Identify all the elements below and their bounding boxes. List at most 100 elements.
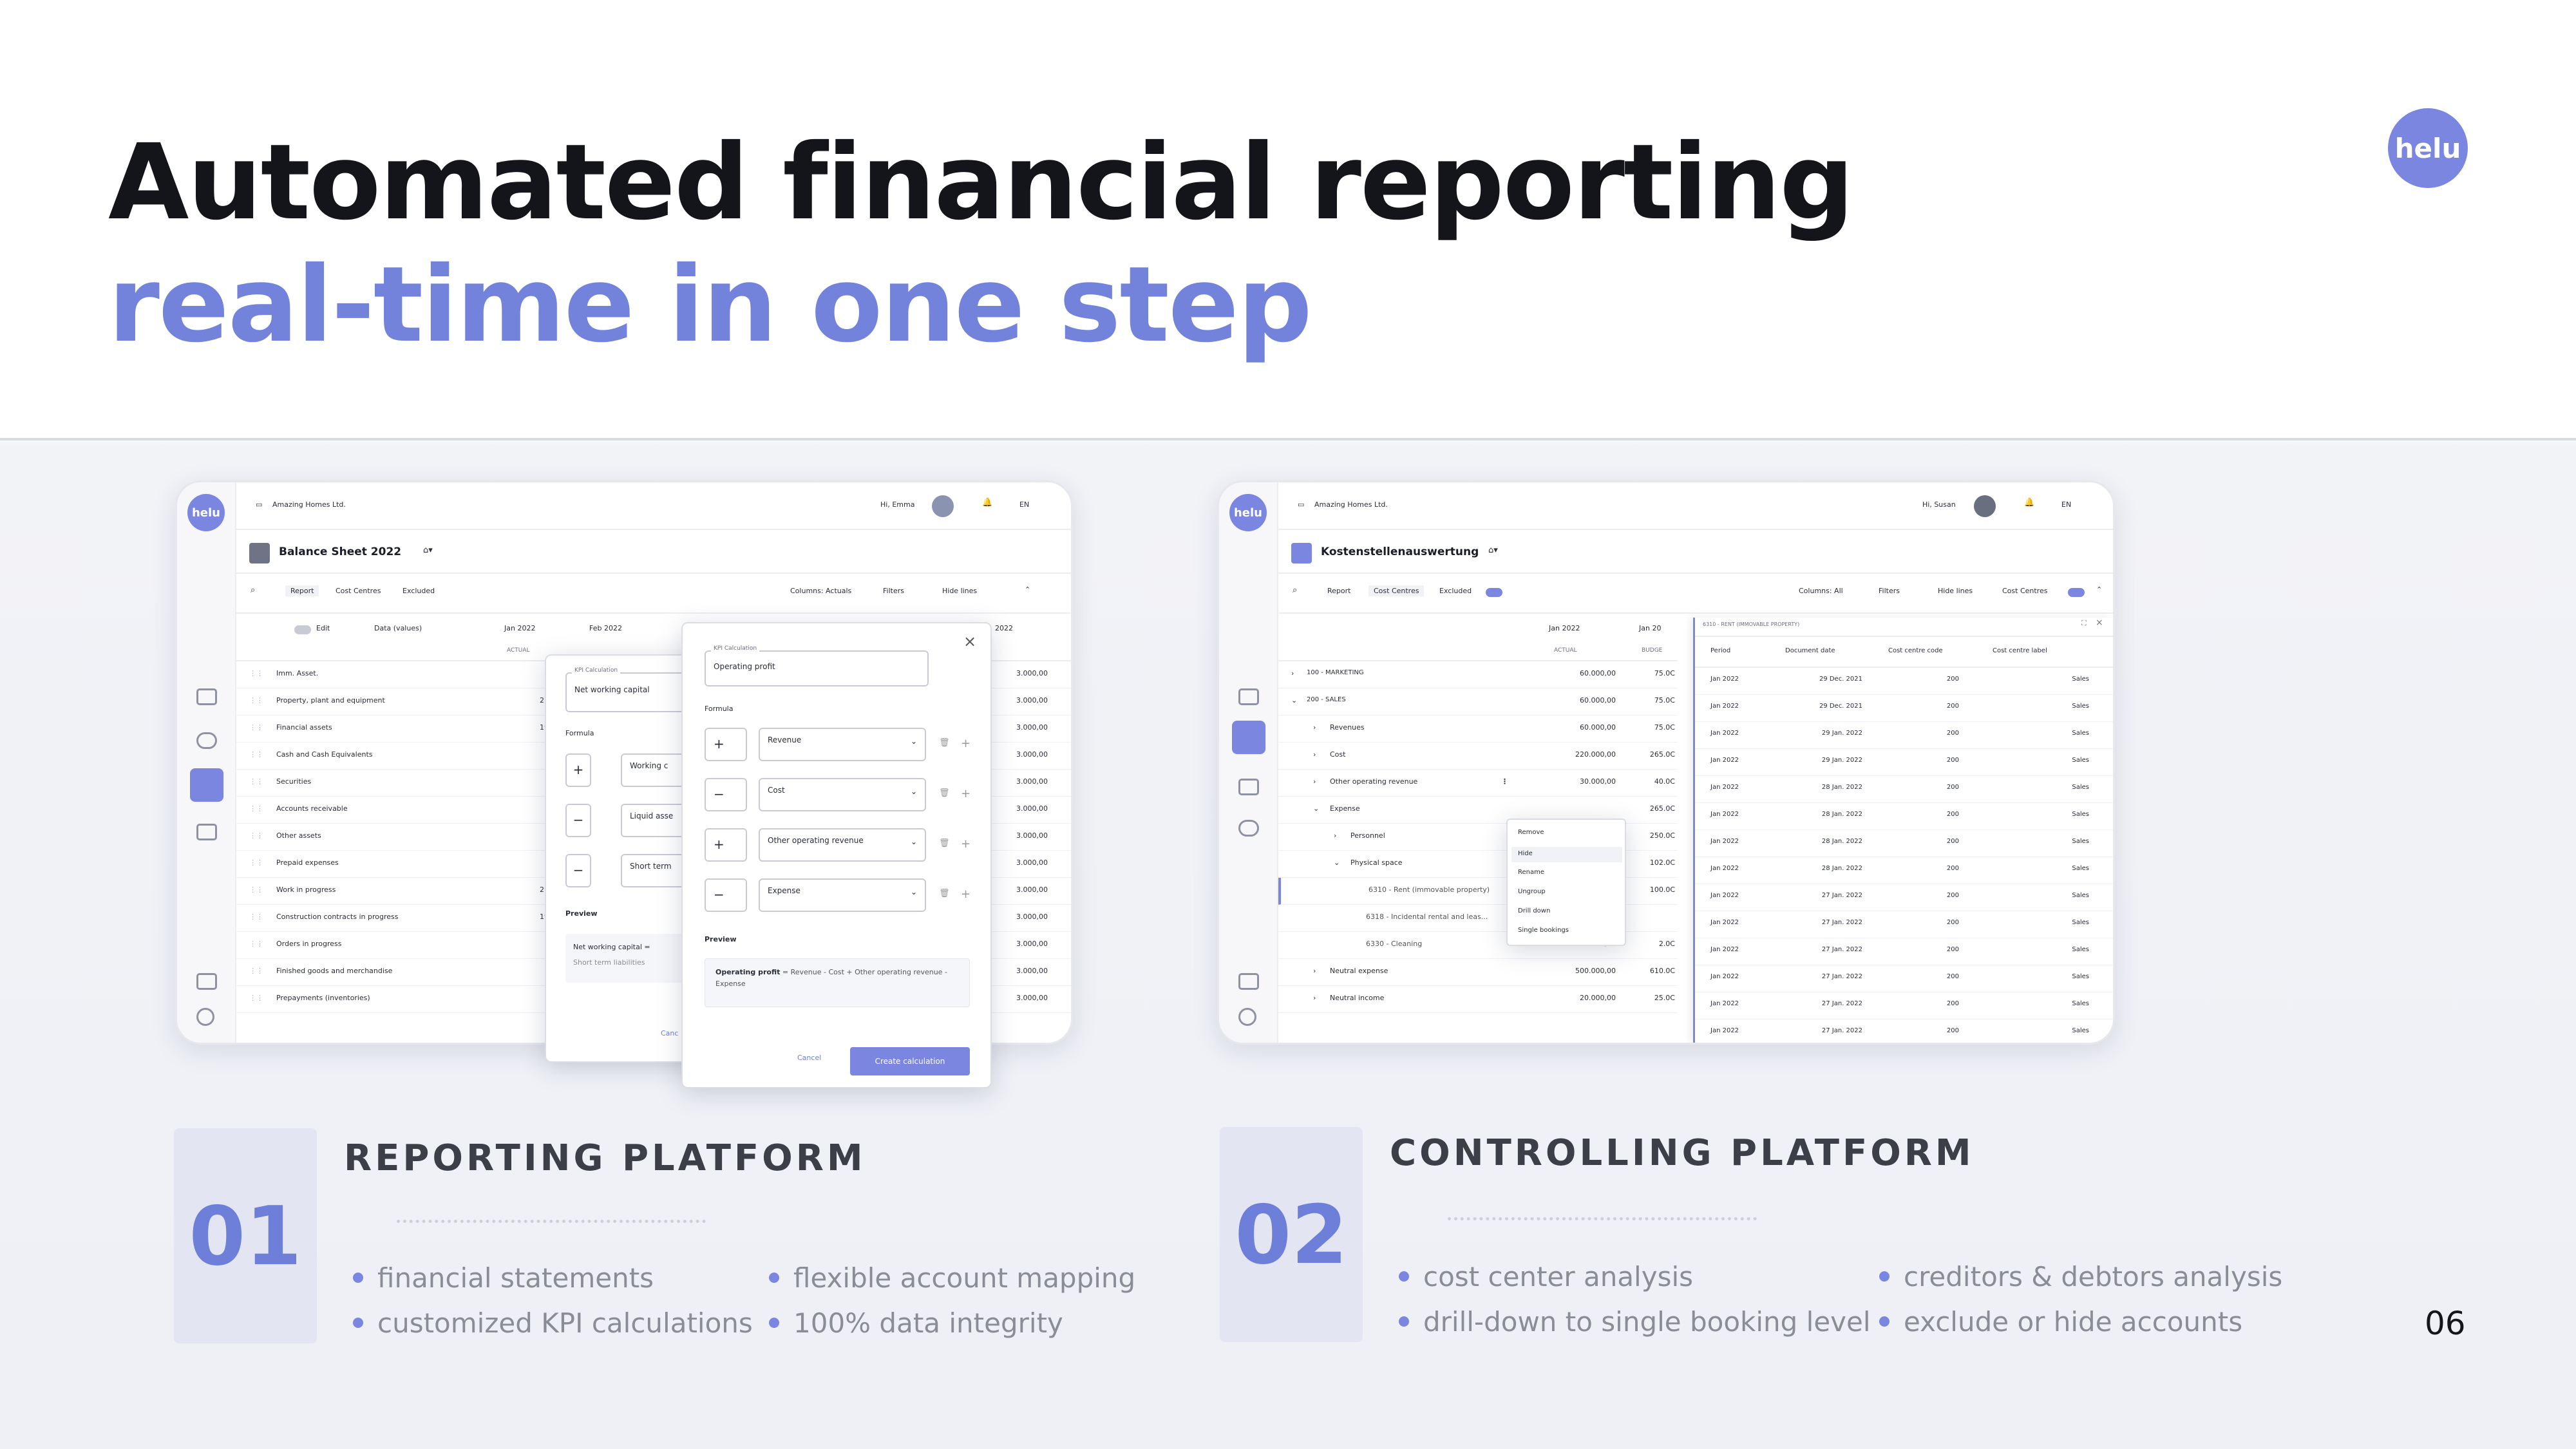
collapse-icon[interactable]: ⌃ — [2096, 585, 2102, 594]
tab-report[interactable]: Report — [285, 585, 319, 596]
formula-field[interactable]: Other operating revenue ⌄ — [759, 828, 926, 862]
table-row[interactable]: › Revenues 60.000,00 75.0C — [1278, 715, 1678, 743]
create-calculation-button[interactable]: Create calculation — [850, 1047, 970, 1075]
menu-item-drill-down[interactable]: Drill down — [1518, 907, 1550, 914]
booking-row[interactable]: Jan 2022 27 Jan. 2022 200 Sales — [1695, 1019, 2113, 1043]
add-icon[interactable]: + — [961, 887, 971, 901]
expand-icon[interactable]: › — [1313, 994, 1316, 1002]
booking-row[interactable]: Jan 2022 29 Jan. 2022 200 Sales — [1695, 749, 2113, 776]
trash-icon[interactable]: 🗑 — [939, 889, 950, 898]
table-row[interactable]: › 100 - MARKETING 60.000,00 75.0C — [1278, 661, 1678, 688]
booking-row[interactable]: Jan 2022 28 Jan. 2022 200 Sales — [1695, 803, 2113, 830]
bell-icon[interactable]: 🔔 — [982, 498, 992, 507]
table-row[interactable]: › Neutral income 20.000,00 25.0C — [1278, 986, 1678, 1013]
drag-handle-icon[interactable]: ⋮⋮ — [249, 913, 263, 921]
booking-row[interactable]: Jan 2022 29 Jan. 2022 200 Sales — [1695, 722, 2113, 749]
booking-row[interactable]: Jan 2022 27 Jan. 2022 200 Sales — [1695, 938, 2113, 965]
formula-field[interactable]: Expense ⌄ — [759, 878, 926, 912]
operator-plus[interactable]: + — [565, 753, 591, 787]
hide-lines-button[interactable]: Hide lines — [1938, 587, 1973, 595]
filters-button[interactable]: Filters — [883, 587, 904, 595]
trash-icon[interactable]: 🗑 — [939, 788, 950, 798]
operator-selector[interactable]: − — [705, 778, 747, 811]
trash-icon[interactable]: 🗑 — [939, 838, 950, 848]
drag-handle-icon[interactable]: ⋮⋮ — [249, 940, 263, 948]
drag-handle-icon[interactable]: ⋮⋮ — [249, 804, 263, 813]
expand-icon[interactable]: › — [1313, 750, 1316, 759]
chart-options-icon[interactable]: ⌂▾ — [1488, 545, 1498, 555]
search-icon[interactable]: ⌕ — [1293, 585, 1297, 595]
edit-toggle[interactable] — [294, 625, 311, 634]
booking-row[interactable]: Jan 2022 27 Jan. 2022 200 Sales — [1695, 911, 2113, 938]
menu-item-ungroup[interactable]: Ungroup — [1518, 888, 1546, 895]
drag-handle-icon[interactable]: ⋮⋮ — [249, 967, 263, 975]
formula-field[interactable]: Revenue ⌄ — [759, 728, 926, 761]
tab-excluded[interactable]: Excluded — [1439, 587, 1472, 595]
drag-handle-icon[interactable]: ⋮⋮ — [249, 750, 263, 759]
expand-icon[interactable]: › — [1313, 723, 1316, 732]
add-icon[interactable]: + — [961, 737, 971, 750]
drag-handle-icon[interactable]: ⋮⋮ — [249, 994, 263, 1002]
booking-row[interactable]: Jan 2022 27 Jan. 2022 200 Sales — [1695, 884, 2113, 911]
company-selector[interactable]: Amazing Homes Ltd. — [1314, 500, 1388, 509]
booking-row[interactable]: Jan 2022 29 Dec. 2021 200 Sales — [1695, 695, 2113, 722]
collapse-icon[interactable]: ⌃ — [1025, 585, 1030, 594]
hide-lines-button[interactable]: Hide lines — [942, 587, 977, 595]
expand-icon[interactable]: › — [1334, 831, 1336, 840]
tab-report[interactable]: Report — [1327, 587, 1350, 595]
booking-row[interactable]: Jan 2022 28 Jan. 2022 200 Sales — [1695, 857, 2113, 884]
drag-handle-icon[interactable]: ⋮⋮ — [249, 723, 263, 732]
cancel-button[interactable]: Cancel — [797, 1054, 821, 1062]
table-row[interactable]: › Cost 220.000,00 265.0C — [1278, 743, 1678, 770]
operator-selector[interactable]: − — [705, 878, 747, 912]
avatar[interactable] — [1974, 495, 1996, 517]
menu-item-rename[interactable]: Rename — [1518, 869, 1544, 876]
expand-icon[interactable]: ⌄ — [1313, 804, 1319, 813]
booking-row[interactable]: Jan 2022 27 Jan. 2022 200 Sales — [1695, 992, 2113, 1019]
expand-icon[interactable]: › — [1291, 669, 1294, 677]
report-title[interactable]: Kostenstellenauswertung — [1321, 545, 1479, 558]
tab-cost-centres[interactable]: Cost Centres — [1368, 585, 1425, 596]
table-row[interactable]: › Other operating revenue ⋮ 30.000,00 40.0C — [1278, 770, 1678, 797]
table-row[interactable]: ⌄ 200 - SALES 60.000,00 75.0C — [1278, 688, 1678, 715]
menu-item-hide[interactable]: Hide — [1511, 847, 1622, 862]
drag-handle-icon[interactable]: ⋮⋮ — [249, 669, 263, 677]
operator-selector[interactable]: + — [705, 728, 747, 761]
bell-icon[interactable]: 🔔 — [2024, 498, 2034, 507]
columns-dropdown[interactable]: Columns: All — [1799, 587, 1843, 595]
tab-excluded[interactable]: Excluded — [402, 587, 435, 595]
cancel-button[interactable]: Canc — [661, 1029, 678, 1037]
kpi-name-field[interactable]: KPI Calculation Operating profit — [705, 645, 929, 687]
add-icon[interactable]: + — [961, 787, 971, 800]
operator-selector[interactable]: + — [705, 828, 747, 862]
trash-icon[interactable]: 🗑 — [939, 738, 950, 748]
close-icon[interactable]: × — [963, 632, 976, 650]
drag-handle-icon[interactable]: ⋮⋮ — [249, 777, 263, 786]
expand-icon[interactable]: ⌄ — [1334, 858, 1340, 867]
expand-icon[interactable]: › — [1313, 777, 1316, 786]
table-row[interactable]: › Neutral expense 500.000,00 610.0C — [1278, 959, 1678, 986]
booking-row[interactable]: Jan 2022 28 Jan. 2022 200 Sales — [1695, 776, 2113, 803]
chart-options-icon[interactable]: ⌂▾ — [423, 545, 433, 555]
language-selector[interactable]: EN — [2061, 500, 2071, 509]
filters-button[interactable]: Filters — [1879, 587, 1900, 595]
row-menu-icon[interactable]: ⋮ — [1501, 777, 1508, 786]
search-icon[interactable]: ⌕ — [251, 585, 255, 595]
expand-icon[interactable]: › — [1313, 967, 1316, 975]
expand-panel-icon[interactable]: ⛶ — [2081, 619, 2087, 628]
excluded-toggle[interactable] — [1486, 588, 1502, 597]
operator-minus[interactable]: − — [565, 804, 591, 837]
language-selector[interactable]: EN — [1019, 500, 1029, 509]
columns-dropdown[interactable]: Columns: Actuals — [790, 587, 851, 595]
drag-handle-icon[interactable]: ⋮⋮ — [249, 886, 263, 894]
drag-handle-icon[interactable]: ⋮⋮ — [249, 858, 263, 867]
company-selector[interactable]: Amazing Homes Ltd. — [272, 500, 346, 509]
report-title[interactable]: Balance Sheet 2022 — [279, 545, 401, 558]
booking-row[interactable]: Jan 2022 28 Jan. 2022 200 Sales — [1695, 830, 2113, 857]
avatar[interactable] — [932, 495, 954, 517]
formula-field[interactable]: Cost ⌄ — [759, 778, 926, 811]
tab-cost-centres[interactable]: Cost Centres — [336, 587, 381, 595]
menu-item-single-bookings[interactable]: Single bookings — [1518, 927, 1569, 934]
add-icon[interactable]: + — [961, 837, 971, 851]
menu-item-remove[interactable]: Remove — [1518, 829, 1544, 836]
